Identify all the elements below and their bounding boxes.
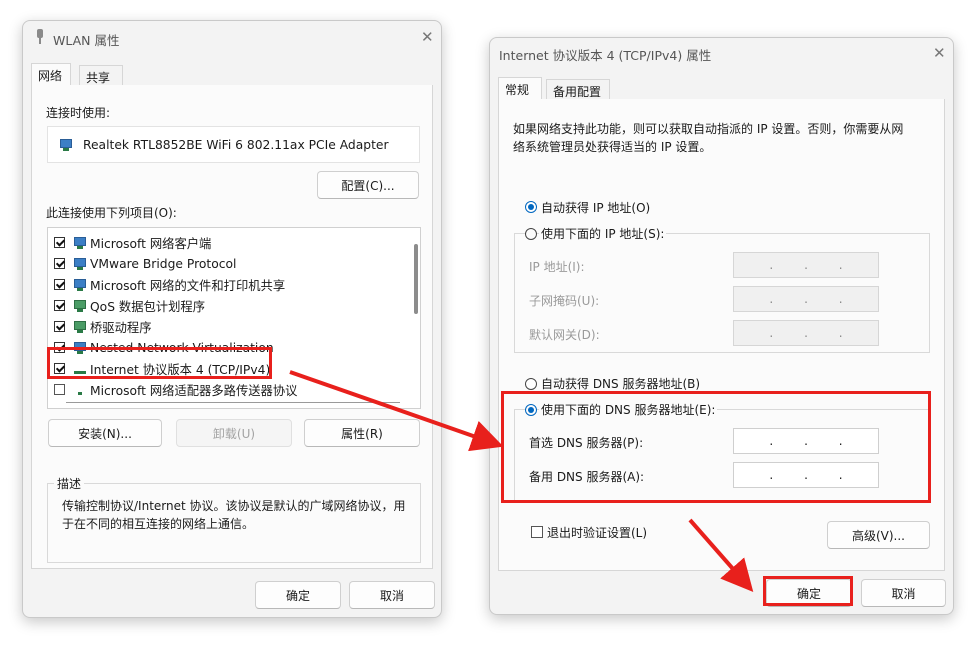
auto-ip-label[interactable]: 自动获得 IP 地址(O) [541,199,650,216]
network-adapter-icon [57,138,73,152]
item-label: QoS 数据包计划程序 [90,299,205,314]
highlight-ok-button [763,576,853,606]
uninstall-button[interactable]: 卸载(U) [176,419,292,447]
item-label: Microsoft 网络客户端 [90,236,212,251]
description-line-2: 于在不同的相互连接的网络上通信。 [62,517,255,531]
highlight-dns-group [501,391,931,503]
description-line-1: 传输控制协议/Internet 协议。该协议是默认的广域网络协议，用 [62,499,406,513]
network-service-icon [71,320,87,334]
ip-dot: . [804,292,808,306]
adapter-box: Realtek RTL8852BE WiFi 6 802.11ax PCIe A… [47,126,420,163]
list-item[interactable]: QoS 数据包计划程序 [54,295,205,316]
ip-dot: . [769,326,774,340]
close-icon[interactable]: ✕ [933,46,946,61]
highlight-ipv4-item [47,347,272,379]
adapter-name: Realtek RTL8852BE WiFi 6 802.11ax PCIe A… [83,137,389,152]
configure-button[interactable]: 配置(C)... [317,171,419,199]
cancel-button[interactable]: 取消 [349,581,435,609]
ip-address-field[interactable]: ... [733,252,879,278]
properties-button[interactable]: 属性(R) [304,419,420,447]
wifi-adapter-icon [35,29,45,44]
items-label: 此连接使用下列项目(O): [46,206,177,220]
ip-dot: . [769,292,774,306]
checkbox[interactable] [54,258,65,269]
checkbox[interactable] [54,300,65,311]
dialog-title: WLAN 属性 [53,33,120,48]
tab-label: 共享 [86,71,111,85]
tab-sharing[interactable]: 共享 [79,65,123,87]
manual-ip-radio[interactable] [525,228,537,240]
checkbox[interactable] [54,279,65,290]
intro-line-2: 络系统管理员处获得适当的 IP 设置。 [513,140,712,154]
tab-alternate-config[interactable]: 备用配置 [546,79,610,101]
tab-network[interactable]: 网络 [31,63,71,86]
tab-label: 常规 [505,83,530,97]
gateway-field[interactable]: ... [733,320,879,346]
list-item[interactable]: Microsoft 网络客户端 [54,232,211,253]
list-bottom-divider [66,402,400,403]
list-item[interactable]: Microsoft 网络适配器多路传送器协议 [54,379,297,400]
manual-ip-label[interactable]: 使用下面的 IP 地址(S): [539,225,667,242]
ip-dot: . [804,258,808,272]
dialog-title: Internet 协议版本 4 (TCP/IPv4) 属性 [499,48,712,63]
wlan-properties-dialog: WLAN 属性 ✕ 网络 共享 连接时使用: Realtek RTL8852BE… [22,20,442,618]
subnet-mask-label: 子网掩码(U): [529,294,600,308]
validate-on-exit-label[interactable]: 退出时验证设置(L) [547,524,647,541]
auto-dns-label[interactable]: 自动获得 DNS 服务器地址(B) [541,375,700,392]
intro-line-1: 如果网络支持此功能，则可以获取自动指派的 IP 设置。否则，你需要从网 [513,122,904,136]
item-label: Microsoft 网络适配器多路传送器协议 [90,383,298,398]
ip-dot: . [838,326,843,340]
auto-ip-radio[interactable] [525,201,537,213]
ok-button[interactable]: 确定 [255,581,341,609]
subnet-mask-field[interactable]: ... [733,286,879,312]
list-item[interactable]: Microsoft 网络的文件和打印机共享 [54,274,285,295]
validate-on-exit-checkbox[interactable] [531,526,543,538]
ip-dot: . [769,258,774,272]
list-item[interactable]: VMware Bridge Protocol [54,253,236,274]
gateway-label: 默认网关(D): [529,328,600,342]
scrollbar-thumb[interactable] [414,244,418,314]
advanced-button[interactable]: 高级(V)... [827,521,930,549]
network-client-icon [71,278,87,292]
checkbox[interactable] [54,237,65,248]
ip-address-label: IP 地址(I): [529,260,585,274]
checkbox[interactable] [54,384,65,395]
tab-general[interactable]: 常规 [498,77,542,100]
protocol-icon [71,383,87,397]
item-label: Microsoft 网络的文件和打印机共享 [90,278,286,293]
ip-dot: . [804,326,808,340]
components-list[interactable]: Microsoft 网络客户端 VMware Bridge Protocol M… [47,227,421,409]
description-legend: 描述 [54,475,85,492]
ip-dot: . [838,292,843,306]
network-client-icon [71,257,87,271]
network-client-icon [71,236,87,250]
checkbox[interactable] [54,321,65,332]
item-label: VMware Bridge Protocol [90,256,237,271]
network-service-icon [71,299,87,313]
auto-dns-radio[interactable] [525,378,537,390]
install-button[interactable]: 安装(N)... [48,419,162,447]
tab-label: 网络 [38,69,63,83]
ip-dot: . [838,258,843,272]
cancel-button[interactable]: 取消 [861,579,946,607]
connect-using-label: 连接时使用: [46,106,111,120]
close-icon[interactable]: ✕ [421,30,434,45]
list-item[interactable]: 桥驱动程序 [54,316,152,337]
item-label: 桥驱动程序 [90,320,152,335]
ipv4-properties-dialog: Internet 协议版本 4 (TCP/IPv4) 属性 ✕ 常规 备用配置 … [489,37,954,615]
tab-label: 备用配置 [553,85,602,99]
network-tab-panel: 连接时使用: Realtek RTL8852BE WiFi 6 802.11ax… [31,85,433,569]
